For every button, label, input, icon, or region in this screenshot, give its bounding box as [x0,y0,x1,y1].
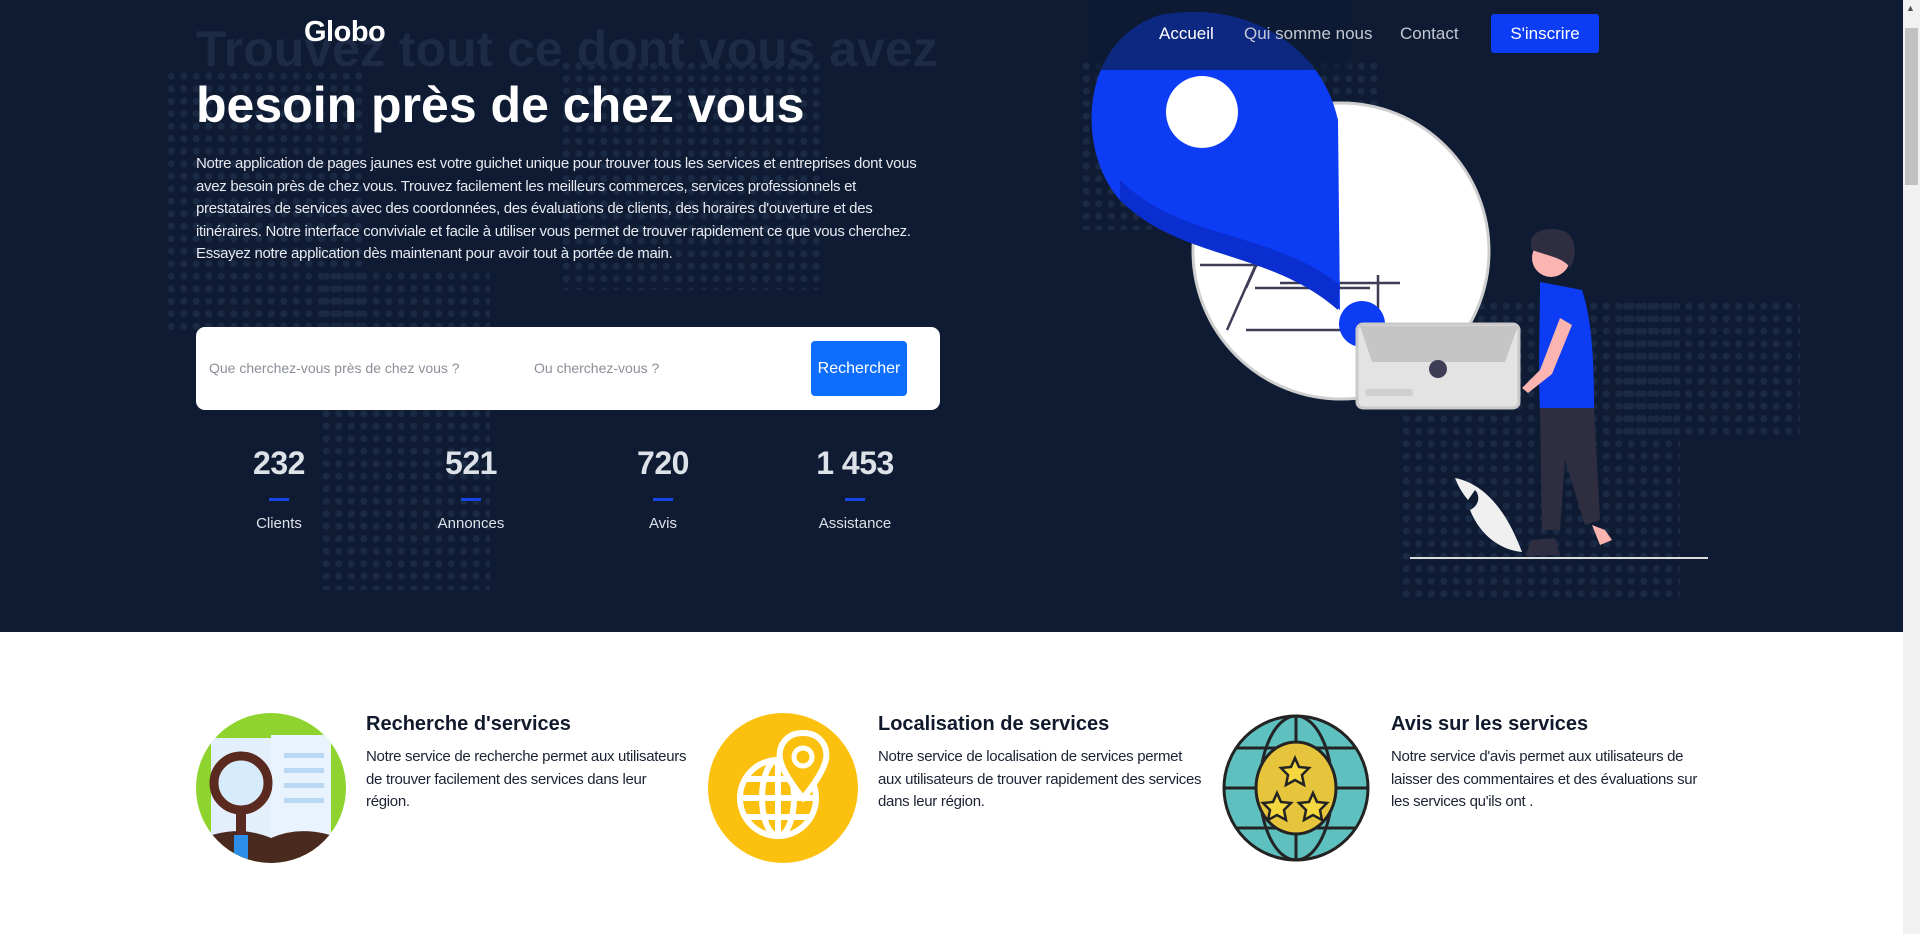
stat-annonces: 521 Annonces [396,445,546,532]
stat-value: 720 [637,445,689,481]
signup-button[interactable]: S'inscrire [1491,14,1599,53]
stat-label: Annonces [437,515,505,532]
stat-value: 232 [253,445,305,481]
search-bar: Rechercher [196,327,940,410]
nav-accueil[interactable]: Accueil [1159,24,1214,44]
where-search-input[interactable] [534,349,794,387]
hero-section: Trouvez tout ce dont vous avez Globo bes… [0,0,1903,632]
stat-divider [269,498,289,501]
stat-assistance: 1 453 Assistance [780,445,930,532]
what-search-input[interactable] [209,349,509,387]
globe-stars-icon [1221,713,1371,863]
search-button[interactable]: Rechercher [811,341,907,396]
nav-qui-somme-nous[interactable]: Qui somme nous [1244,24,1373,44]
feature-description: Notre service de localisation de service… [878,748,1202,810]
hero-title-line2: besoin près de chez vous [196,77,805,133]
feature-title: Localisation de services [878,713,1110,735]
logo[interactable]: Globo [304,16,386,49]
feature-title: Avis sur les services [1391,713,1589,735]
stat-avis: 720 Avis [588,445,738,532]
stat-clients: 232 Clients [204,445,354,532]
magnifier-book-icon [196,713,346,863]
stat-value: 521 [445,445,497,481]
stat-divider [461,498,481,501]
nav-contact[interactable]: Contact [1400,24,1459,44]
scroll-up-arrow-icon[interactable]: ▲ [1906,3,1915,13]
feature-description: Notre service d'avis permet aux utilisat… [1391,748,1698,810]
stat-value: 1 453 [816,445,894,481]
stat-label: Clients [256,515,302,532]
stat-label: Avis [648,515,678,532]
stat-divider [845,498,865,501]
scrollbar-thumb[interactable] [1905,28,1918,185]
feature-description: Notre service de recherche permet aux ut… [366,748,687,810]
globe-pin-icon [708,713,858,863]
stat-label: Assistance [818,515,892,532]
hero-description: Notre application de pages jaunes est vo… [196,155,917,262]
stat-divider [653,498,673,501]
feature-title: Recherche d'services [366,713,571,735]
